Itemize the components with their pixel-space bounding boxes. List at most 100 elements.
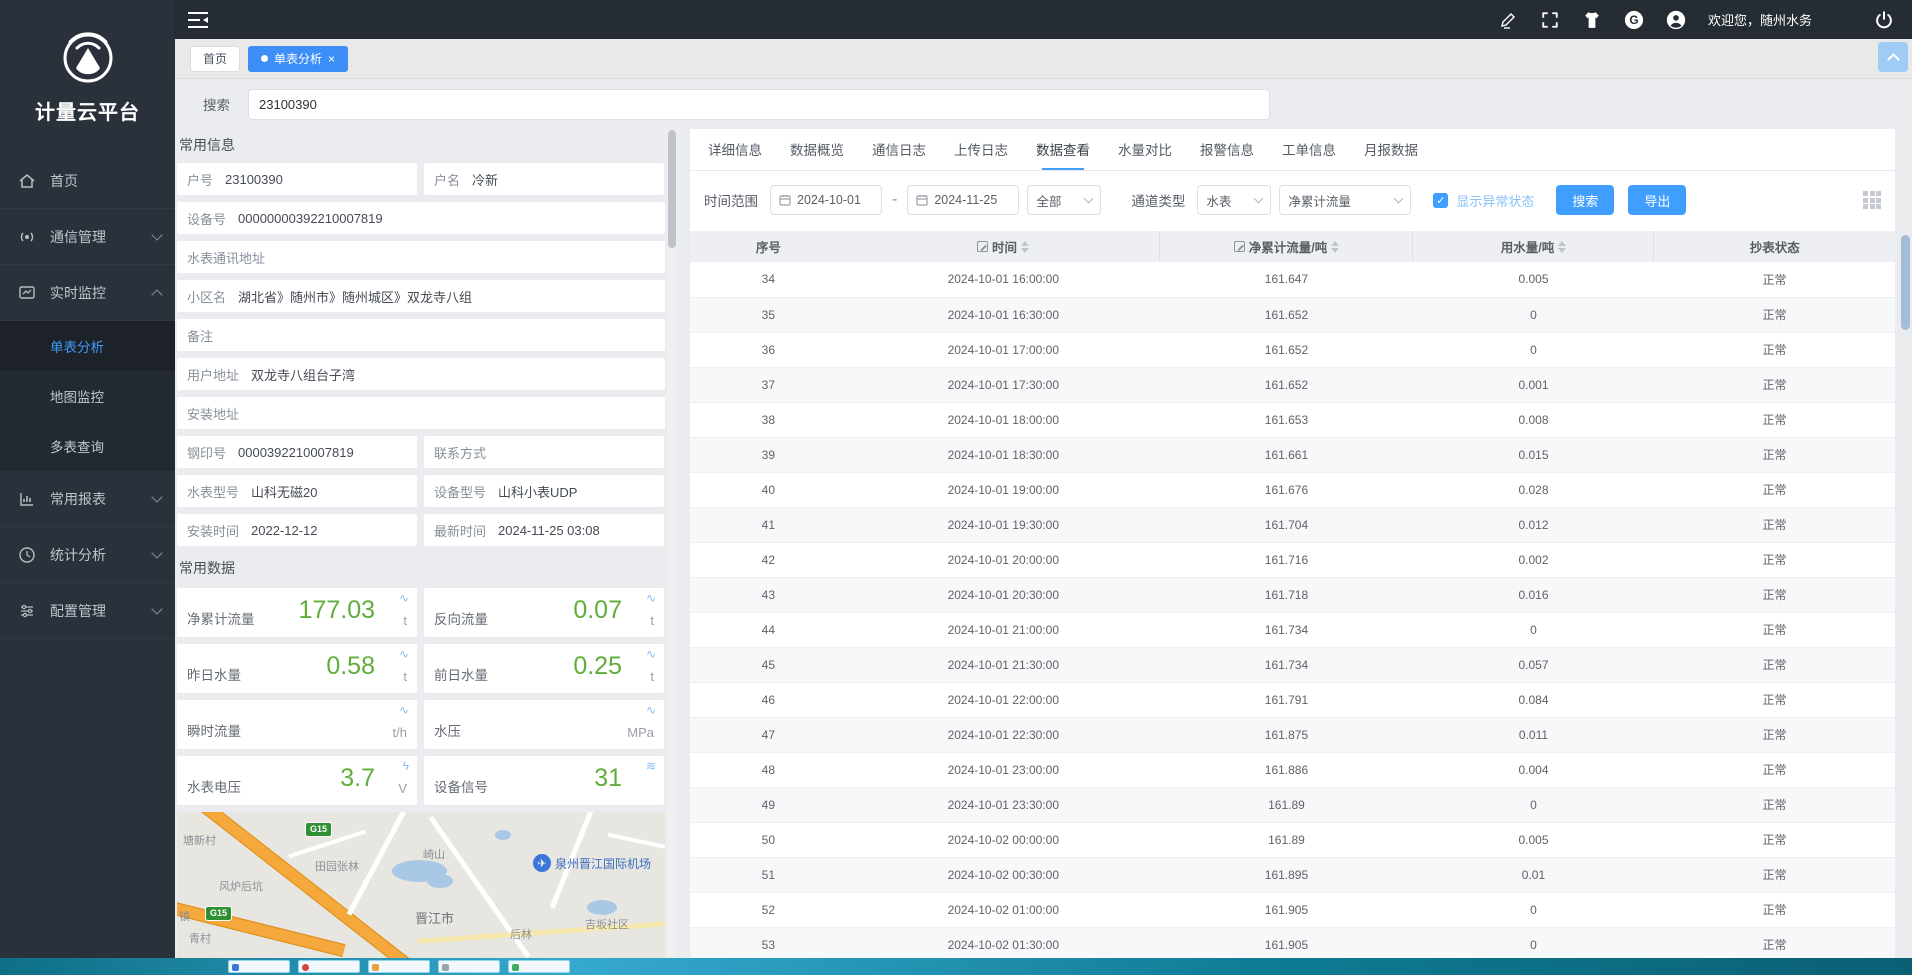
metric-unit: MPa <box>627 725 654 740</box>
date-to-input[interactable]: 2024-11-25 <box>907 185 1019 215</box>
cell-net-flow: 161.718 <box>1160 577 1413 612</box>
cell-seq: 48 <box>690 752 847 787</box>
taskbar-window-preview[interactable] <box>438 960 500 973</box>
sidebar-subitem[interactable]: 单表分析 <box>0 321 175 371</box>
tab-water-compare[interactable]: 水量对比 <box>1118 139 1172 170</box>
sidebar-item-statistics[interactable]: 统计分析 <box>0 527 175 583</box>
theme-tshirt-icon[interactable] <box>1582 10 1602 30</box>
edit-icon[interactable] <box>1498 10 1518 30</box>
col-net-flow[interactable]: 净累计流量/吨 <box>1160 231 1413 262</box>
edit-column-icon[interactable] <box>1234 241 1245 252</box>
map-label: 塘新村 <box>183 832 216 848</box>
cell-net-flow: 161.791 <box>1160 682 1413 717</box>
metric-waveform-icon[interactable]: ϟ <box>403 759 409 773</box>
close-icon[interactable]: × <box>328 47 335 71</box>
info-field-value: 山科小表UDP <box>498 482 577 501</box>
taskbar-window-preview[interactable] <box>298 960 360 973</box>
sidebar-item-realtime-monitor[interactable]: 实时监控 <box>0 265 175 321</box>
sidebar-item-label: 首页 <box>50 171 78 191</box>
crumb-tab-home[interactable]: 首页 <box>190 46 240 72</box>
cell-net-flow: 161.89 <box>1160 787 1413 822</box>
tab-data-overview[interactable]: 数据概览 <box>790 139 844 170</box>
info-field-value: 0000392210007819 <box>238 445 354 460</box>
tab-alarm-info[interactable]: 报警信息 <box>1200 139 1254 170</box>
edit-column-icon[interactable] <box>977 241 988 252</box>
cell-net-flow: 161.652 <box>1160 367 1413 402</box>
info-field-value: 冷新 <box>472 170 498 189</box>
date-from-input[interactable]: 2024-10-01 <box>770 185 882 215</box>
detail-panel: 详细信息 数据概览 通信日志 上传日志 数据查看 水量对比 报警信息 工单信息 … <box>690 129 1895 975</box>
sidebar-subitem[interactable]: 地图监控 <box>0 371 175 421</box>
metric-waveform-icon[interactable]: ∿ <box>399 591 409 605</box>
avatar[interactable] <box>1666 10 1686 30</box>
sidebar-item-configuration[interactable]: 配置管理 <box>0 583 175 639</box>
map-label: 崎山 <box>423 846 445 862</box>
metric-unit: t <box>403 613 407 628</box>
cell-time: 2024-10-01 19:00:00 <box>847 472 1160 507</box>
metric-waveform-icon[interactable]: ∿ <box>646 703 656 717</box>
tab-workorder-info[interactable]: 工单信息 <box>1282 139 1336 170</box>
os-taskbar[interactable] <box>0 958 1912 975</box>
metric-card: 水表电压 3.7 V ϟ <box>177 756 417 805</box>
range-select[interactable]: 全部 <box>1027 185 1101 215</box>
cell-usage: 0 <box>1413 787 1654 822</box>
taskbar-window-preview[interactable] <box>508 960 570 973</box>
back-to-top-button[interactable] <box>1878 42 1908 72</box>
logout-power-icon[interactable] <box>1874 10 1894 30</box>
taskbar-window-preview[interactable] <box>228 960 290 973</box>
sort-icon[interactable] <box>1331 241 1339 253</box>
cell-net-flow: 161.905 <box>1160 892 1413 927</box>
cell-time: 2024-10-01 19:30:00 <box>847 507 1160 542</box>
svg-text:G: G <box>1629 13 1638 27</box>
cell-net-flow: 161.89 <box>1160 822 1413 857</box>
fullscreen-icon[interactable] <box>1540 10 1560 30</box>
collapse-menu-icon[interactable] <box>187 11 209 29</box>
sidebar-subitem[interactable]: 多表查询 <box>0 421 175 471</box>
tab-upload-log[interactable]: 上传日志 <box>954 139 1008 170</box>
tab-data-view[interactable]: 数据查看 <box>1036 139 1090 170</box>
map-road <box>608 833 665 856</box>
export-button[interactable]: 导出 <box>1628 185 1686 215</box>
search-button[interactable]: 搜索 <box>1556 185 1614 215</box>
metric-waveform-icon[interactable]: ∿ <box>399 647 409 661</box>
col-usage[interactable]: 用水量/吨 <box>1413 231 1654 262</box>
channel-select[interactable]: 水表 <box>1197 185 1271 215</box>
column-settings-icon[interactable] <box>1863 191 1881 209</box>
cell-usage: 0.002 <box>1413 542 1654 577</box>
cell-time: 2024-10-01 21:00:00 <box>847 612 1160 647</box>
cell-status: 正常 <box>1654 787 1895 822</box>
airport-marker[interactable]: ✈ 泉州晋江国际机场 <box>533 854 651 872</box>
chevron-down-icon <box>151 229 162 240</box>
metric-unit: t <box>403 669 407 684</box>
abnormal-checkbox[interactable]: ✓ <box>1433 193 1448 208</box>
tab-detail-info[interactable]: 详细信息 <box>708 139 762 170</box>
metric-waveform-icon[interactable]: ∿ <box>646 591 656 605</box>
cell-seq: 40 <box>690 472 847 507</box>
sidebar-item-communication[interactable]: 通信管理 <box>0 209 175 265</box>
sidebar-item-home[interactable]: 首页 <box>0 153 175 209</box>
table-row: 34 2024-10-01 16:00:00 161.647 0.005 正常 <box>690 262 1895 297</box>
tab-comm-log[interactable]: 通信日志 <box>872 139 926 170</box>
table-scrollbar-thumb[interactable] <box>1901 235 1910 330</box>
taskbar-window-preview[interactable] <box>368 960 430 973</box>
metric-waveform-icon[interactable]: ∿ <box>646 647 656 661</box>
col-time[interactable]: 时间 <box>847 231 1160 262</box>
table-row: 48 2024-10-01 23:00:00 161.886 0.004 正常 <box>690 752 1895 787</box>
left-panel-scrollbar[interactable] <box>667 129 677 958</box>
crumb-tab-label: 单表分析 <box>274 47 322 71</box>
metric-select[interactable]: 净累计流量 <box>1279 185 1411 215</box>
info-field-value: 2022-12-12 <box>251 523 318 538</box>
search-input[interactable] <box>248 89 1270 120</box>
scrollbar-thumb[interactable] <box>668 130 676 248</box>
metric-waveform-icon[interactable]: ∿ <box>399 703 409 717</box>
metric-card: 设备信号 31 ≋ <box>424 756 664 805</box>
location-map[interactable]: G15 G15 塘新村 田园张林 崎山 风炉后坑 镇 晋江市 后林 青村 吉坂社… <box>177 812 665 958</box>
sort-icon[interactable] <box>1021 241 1029 253</box>
tab-monthly-report[interactable]: 月报数据 <box>1364 139 1418 170</box>
google-badge-icon[interactable]: G <box>1624 10 1644 30</box>
sort-icon[interactable] <box>1558 241 1566 253</box>
sidebar-item-reports[interactable]: 常用报表 <box>0 471 175 527</box>
metric-waveform-icon[interactable]: ≋ <box>646 759 656 773</box>
crumb-tab-active[interactable]: 单表分析 × <box>248 46 348 72</box>
abnormal-checkbox-label: 显示异常状态 <box>1456 191 1534 210</box>
